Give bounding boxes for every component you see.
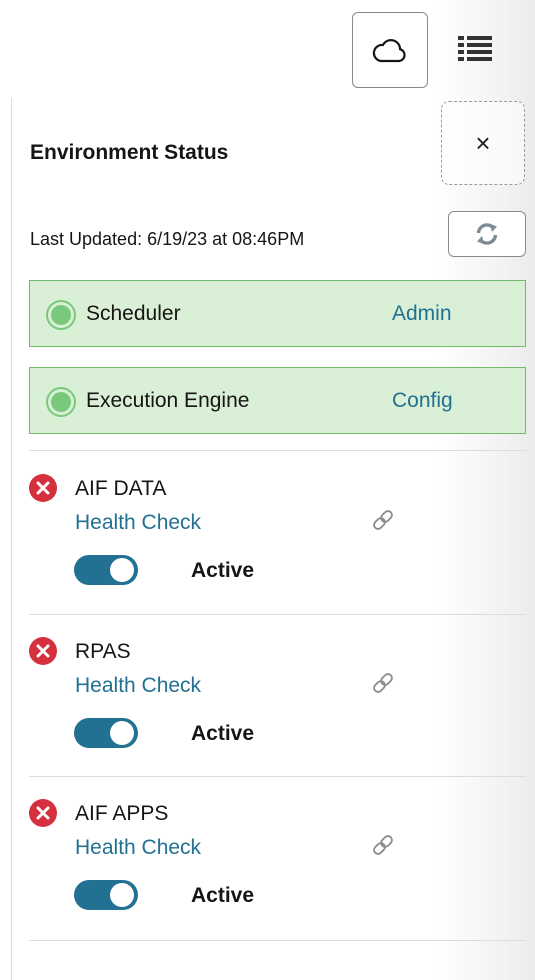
link-icon[interactable]: [369, 506, 397, 534]
refresh-button[interactable]: [448, 211, 526, 257]
env-state: Active: [191, 559, 255, 582]
active-toggle[interactable]: [74, 880, 138, 910]
env-state: Active: [191, 884, 255, 907]
panel-title: Environment Status: [30, 141, 229, 164]
list-menu-icon[interactable]: [458, 36, 492, 62]
last-updated-text: Last Updated: 6/19/23 at 08:46PM: [30, 229, 305, 249]
service-name: Scheduler: [86, 302, 181, 325]
env-name: RPAS: [75, 640, 131, 663]
toggle-knob: [110, 558, 134, 582]
active-toggle[interactable]: [74, 718, 138, 748]
env-item-aif-apps: AIF APPS Health Check Active: [29, 797, 526, 957]
service-name: Execution Engine: [86, 389, 250, 412]
active-toggle[interactable]: [74, 555, 138, 585]
health-check-link[interactable]: Health Check: [75, 673, 201, 699]
divider: [29, 776, 526, 777]
link-icon[interactable]: [369, 831, 397, 859]
error-icon: [29, 637, 57, 665]
cloud-button[interactable]: [352, 12, 428, 88]
toggle-knob: [110, 721, 134, 745]
close-icon: ×: [475, 127, 491, 158]
env-name: AIF DATA: [75, 477, 167, 500]
config-link[interactable]: Config: [392, 388, 453, 414]
env-name: AIF APPS: [75, 802, 169, 825]
toggle-knob: [110, 883, 134, 907]
panel-left-border: [11, 98, 12, 980]
env-item-aif-data: AIF DATA Health Check Active: [29, 472, 526, 632]
link-icon[interactable]: [369, 669, 397, 697]
env-state: Active: [191, 722, 255, 745]
service-scheduler: Scheduler Admin: [29, 280, 526, 347]
service-execution-engine: Execution Engine Config: [29, 367, 526, 434]
status-ok-icon: [51, 305, 71, 325]
close-button[interactable]: ×: [441, 101, 525, 185]
admin-link[interactable]: Admin: [392, 301, 452, 327]
divider: [29, 450, 526, 451]
error-icon: [29, 799, 57, 827]
refresh-icon: [476, 223, 498, 245]
divider: [29, 940, 526, 941]
divider: [29, 614, 526, 615]
status-ok-icon: [51, 392, 71, 412]
health-check-link[interactable]: Health Check: [75, 835, 201, 861]
error-icon: [29, 474, 57, 502]
env-item-rpas: RPAS Health Check Active: [29, 635, 526, 795]
health-check-link[interactable]: Health Check: [75, 510, 201, 536]
cloud-icon: [372, 39, 406, 63]
